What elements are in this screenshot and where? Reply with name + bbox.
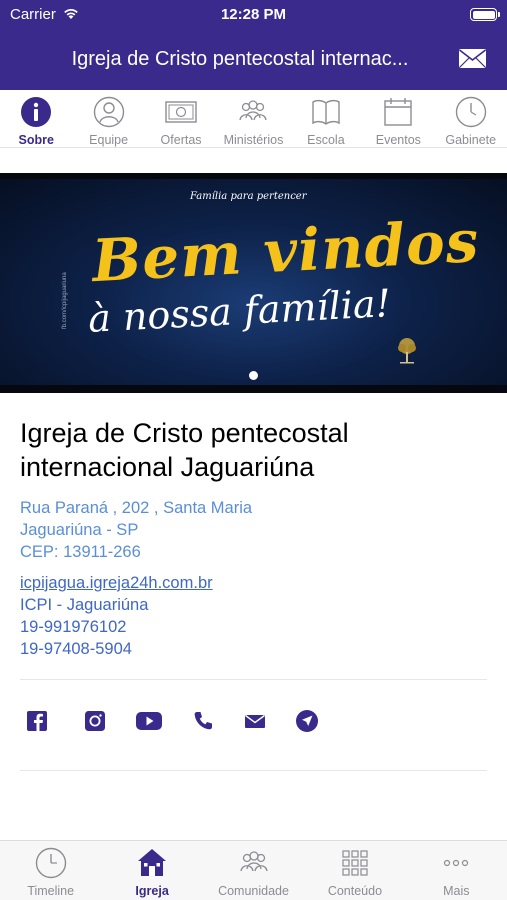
group-icon [239,100,268,121]
address-city: Jaguariúna - SP [20,521,139,539]
page-title: Igreja de Cristo pentecostal internac... [71,48,409,70]
location-icon[interactable] [292,706,322,736]
short-name: ICPI - Jaguariúna [20,596,149,614]
tab-equipe[interactable]: Equipe [72,90,144,147]
youtube-icon[interactable] [134,706,164,736]
tab-label: Equipe [89,133,129,147]
facebook-icon[interactable] [22,706,52,736]
tree-logo-icon [398,338,416,364]
address-street: Rua Paraná , 202 , Santa Maria [20,499,253,517]
tab-label: Sobre [18,133,54,147]
church-name-line2: internacional Jaguariúna [20,452,315,482]
group-icon [239,851,268,872]
tab-mais[interactable]: Mais [406,841,507,900]
more-icon [444,859,469,867]
tab-label: Escola [307,133,345,147]
tab-label: Mais [443,884,470,898]
tab-igreja[interactable]: Igreja [101,841,202,900]
phone-link-2[interactable]: 19-97408-5904 [20,638,213,660]
clock-icon [35,847,66,879]
status-bar: Carrier 12:28 PM [0,0,507,30]
calendar-icon [384,98,413,126]
divider [20,770,487,771]
divider [20,679,487,680]
banner-headline: Bem vindos [90,206,481,296]
money-icon [165,101,197,123]
church-name-line1: Igreja de Cristo pentecostal [20,418,349,448]
tab-label: Ministérios [223,133,284,147]
tab-label: Ofertas [160,133,202,147]
book-icon [312,99,340,125]
church-address[interactable]: Rua Paraná , 202 , Santa Maria Jaguariún… [20,497,252,563]
tab-escola[interactable]: Escola [290,90,362,147]
church-icon [138,849,167,876]
tab-comunidade[interactable]: Comunidade [203,841,304,900]
person-icon [93,96,124,128]
battery-icon [470,8,500,21]
tab-label: Igreja [135,884,169,898]
app-header: Carrier 12:28 PM Igreja de Cristo pentec… [0,0,507,90]
tab-timeline[interactable]: Timeline [0,841,101,900]
tab-ofertas[interactable]: Ofertas [145,90,217,147]
banner-side-text: fb.com/icpijaguariuna [62,272,68,329]
tab-label: Conteúdo [327,884,383,898]
instagram-icon[interactable] [80,706,110,736]
church-name: Igreja de Cristo pentecostal internacion… [20,416,490,484]
section-tabs: Sobre Equipe Ofertas Ministérios Escola [0,90,507,148]
carousel-page-indicator[interactable] [249,371,258,380]
phone-link-1[interactable]: 19-991976102 [20,616,213,638]
tab-label: Comunidade [218,884,289,898]
tab-label: Gabinete [445,133,497,147]
banner-tagline: Família para pertencer [190,191,307,202]
info-icon [21,97,52,127]
phone-icon[interactable] [188,706,218,736]
social-links [22,706,362,736]
grid-icon [342,850,368,876]
tab-label: Eventos [375,133,421,147]
mail-icon[interactable] [458,48,487,69]
tab-sobre[interactable]: Sobre [0,90,72,147]
tab-conteudo[interactable]: Conteúdo [304,841,405,900]
tab-ministerios[interactable]: Ministérios [217,90,289,147]
tab-eventos[interactable]: Eventos [362,90,434,147]
welcome-banner-carousel[interactable]: Família para pertencer Bem vindos à noss… [0,173,507,393]
bottom-tab-bar: Timeline Igreja Comunidade Conteúdo Mais [0,840,507,900]
website-link[interactable]: icpijagua.igreja24h.com.br [20,572,213,594]
address-cep: CEP: 13911-266 [20,543,141,561]
tab-gabinete[interactable]: Gabinete [435,90,507,147]
email-icon[interactable] [240,706,270,736]
clock-time: 12:28 PM [220,6,287,23]
church-contact: icpijagua.igreja24h.com.br ICPI - Jaguar… [20,572,213,660]
clock-icon [455,96,486,128]
tab-label: Timeline [27,884,75,898]
banner-image: Família para pertencer Bem vindos à noss… [0,179,507,385]
